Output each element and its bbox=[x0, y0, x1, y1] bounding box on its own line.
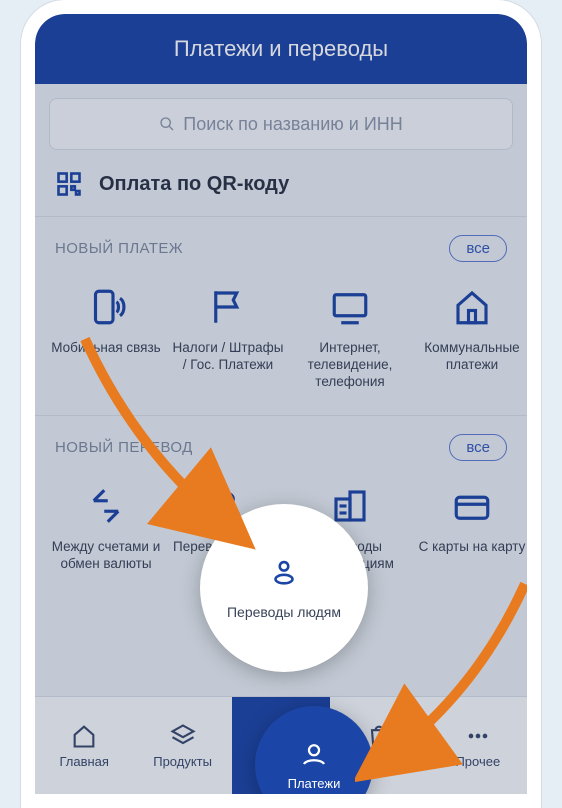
page-title: Платежи и переводы bbox=[174, 36, 388, 62]
monitor-icon bbox=[329, 286, 371, 328]
tile-label: С карты на карту bbox=[415, 539, 527, 556]
exchange-icon bbox=[85, 485, 127, 527]
qr-label: Оплата по QR-коду bbox=[99, 173, 289, 196]
bag-icon bbox=[365, 722, 393, 750]
tile-label: Коммунальные платежи bbox=[415, 340, 527, 374]
phone-frame: Платежи и переводы Поиск по названию и И… bbox=[21, 0, 541, 808]
tile-between-accounts[interactable]: Между счетами и обмен валюты bbox=[45, 475, 167, 579]
payments-title: НОВЫЙ ПЛАТЕЖ bbox=[55, 240, 183, 257]
nav-payments[interactable]: Платежи bbox=[232, 697, 330, 794]
nav-label: Витрина bbox=[354, 754, 405, 769]
tile-label: Между счетами и обмен валюты bbox=[49, 539, 163, 573]
dots-icon bbox=[464, 722, 492, 750]
tile-card-to-card[interactable]: С карты на карту bbox=[411, 475, 527, 579]
transfers-title: НОВЫЙ ПЕРЕВОД bbox=[55, 439, 193, 456]
nav-more[interactable]: Прочее bbox=[429, 697, 527, 794]
tile-to-org[interactable]: Переводы организациям bbox=[289, 475, 411, 579]
payments-section: НОВЫЙ ПЛАТЕЖ все Мобильная связь Налоги … bbox=[35, 216, 527, 411]
card-icon bbox=[451, 485, 493, 527]
bottom-nav: Главная Продукты Платежи Витрина Прочее bbox=[35, 696, 527, 794]
tile-utilities[interactable]: Коммунальные платежи bbox=[411, 276, 527, 397]
layers-icon bbox=[169, 722, 197, 750]
building-icon bbox=[329, 485, 371, 527]
nav-products[interactable]: Продукты bbox=[133, 697, 231, 794]
flag-icon bbox=[207, 286, 249, 328]
phone-signal-icon bbox=[85, 286, 127, 328]
search-placeholder: Поиск по названию и ИНН bbox=[183, 114, 403, 135]
home-icon bbox=[70, 722, 98, 750]
highlight-label: Переводы людям bbox=[227, 603, 341, 621]
tile-taxes[interactable]: Налоги / Штрафы / Гос. Платежи bbox=[167, 276, 289, 397]
header: Платежи и переводы bbox=[35, 14, 527, 84]
qr-pay-row[interactable]: Оплата по QR-коду bbox=[35, 150, 527, 212]
nav-label: Платежи bbox=[255, 754, 308, 769]
tile-label: Переводы организациям bbox=[293, 539, 407, 573]
payments-row[interactable]: Мобильная связь Налоги / Штрафы / Гос. П… bbox=[35, 266, 527, 411]
nav-label: Прочее bbox=[455, 754, 500, 769]
tile-label: Интернет, телевидение, телефония bbox=[293, 340, 407, 391]
payments-all-button[interactable]: все bbox=[449, 235, 507, 262]
search-icon bbox=[159, 116, 175, 132]
tile-label: Мобильная связь bbox=[49, 340, 163, 357]
transfers-section: НОВЫЙ ПЕРЕВОД все Между счетами и обмен … bbox=[35, 415, 527, 593]
tile-label: Налоги / Штрафы / Гос. Платежи bbox=[171, 340, 285, 374]
screen: Платежи и переводы Поиск по названию и И… bbox=[35, 14, 527, 794]
nav-showcase[interactable]: Витрина bbox=[330, 697, 428, 794]
house-icon bbox=[451, 286, 493, 328]
nav-home[interactable]: Главная bbox=[35, 697, 133, 794]
nav-label: Продукты bbox=[153, 754, 212, 769]
transfers-row[interactable]: Между счетами и обмен валюты Переводы лю… bbox=[35, 465, 527, 593]
person-icon bbox=[207, 485, 249, 527]
transfers-all-button[interactable]: все bbox=[449, 434, 507, 461]
tile-mobile[interactable]: Мобильная связь bbox=[45, 276, 167, 397]
wallet-icon bbox=[267, 722, 295, 750]
tile-label: Переводы людям bbox=[171, 539, 285, 556]
tile-to-people[interactable]: Переводы людям bbox=[167, 475, 289, 579]
nav-label: Главная bbox=[59, 754, 108, 769]
search-input[interactable]: Поиск по названию и ИНН bbox=[49, 98, 513, 150]
qr-icon bbox=[55, 170, 83, 198]
tile-internet[interactable]: Интернет, телевидение, телефония bbox=[289, 276, 411, 397]
